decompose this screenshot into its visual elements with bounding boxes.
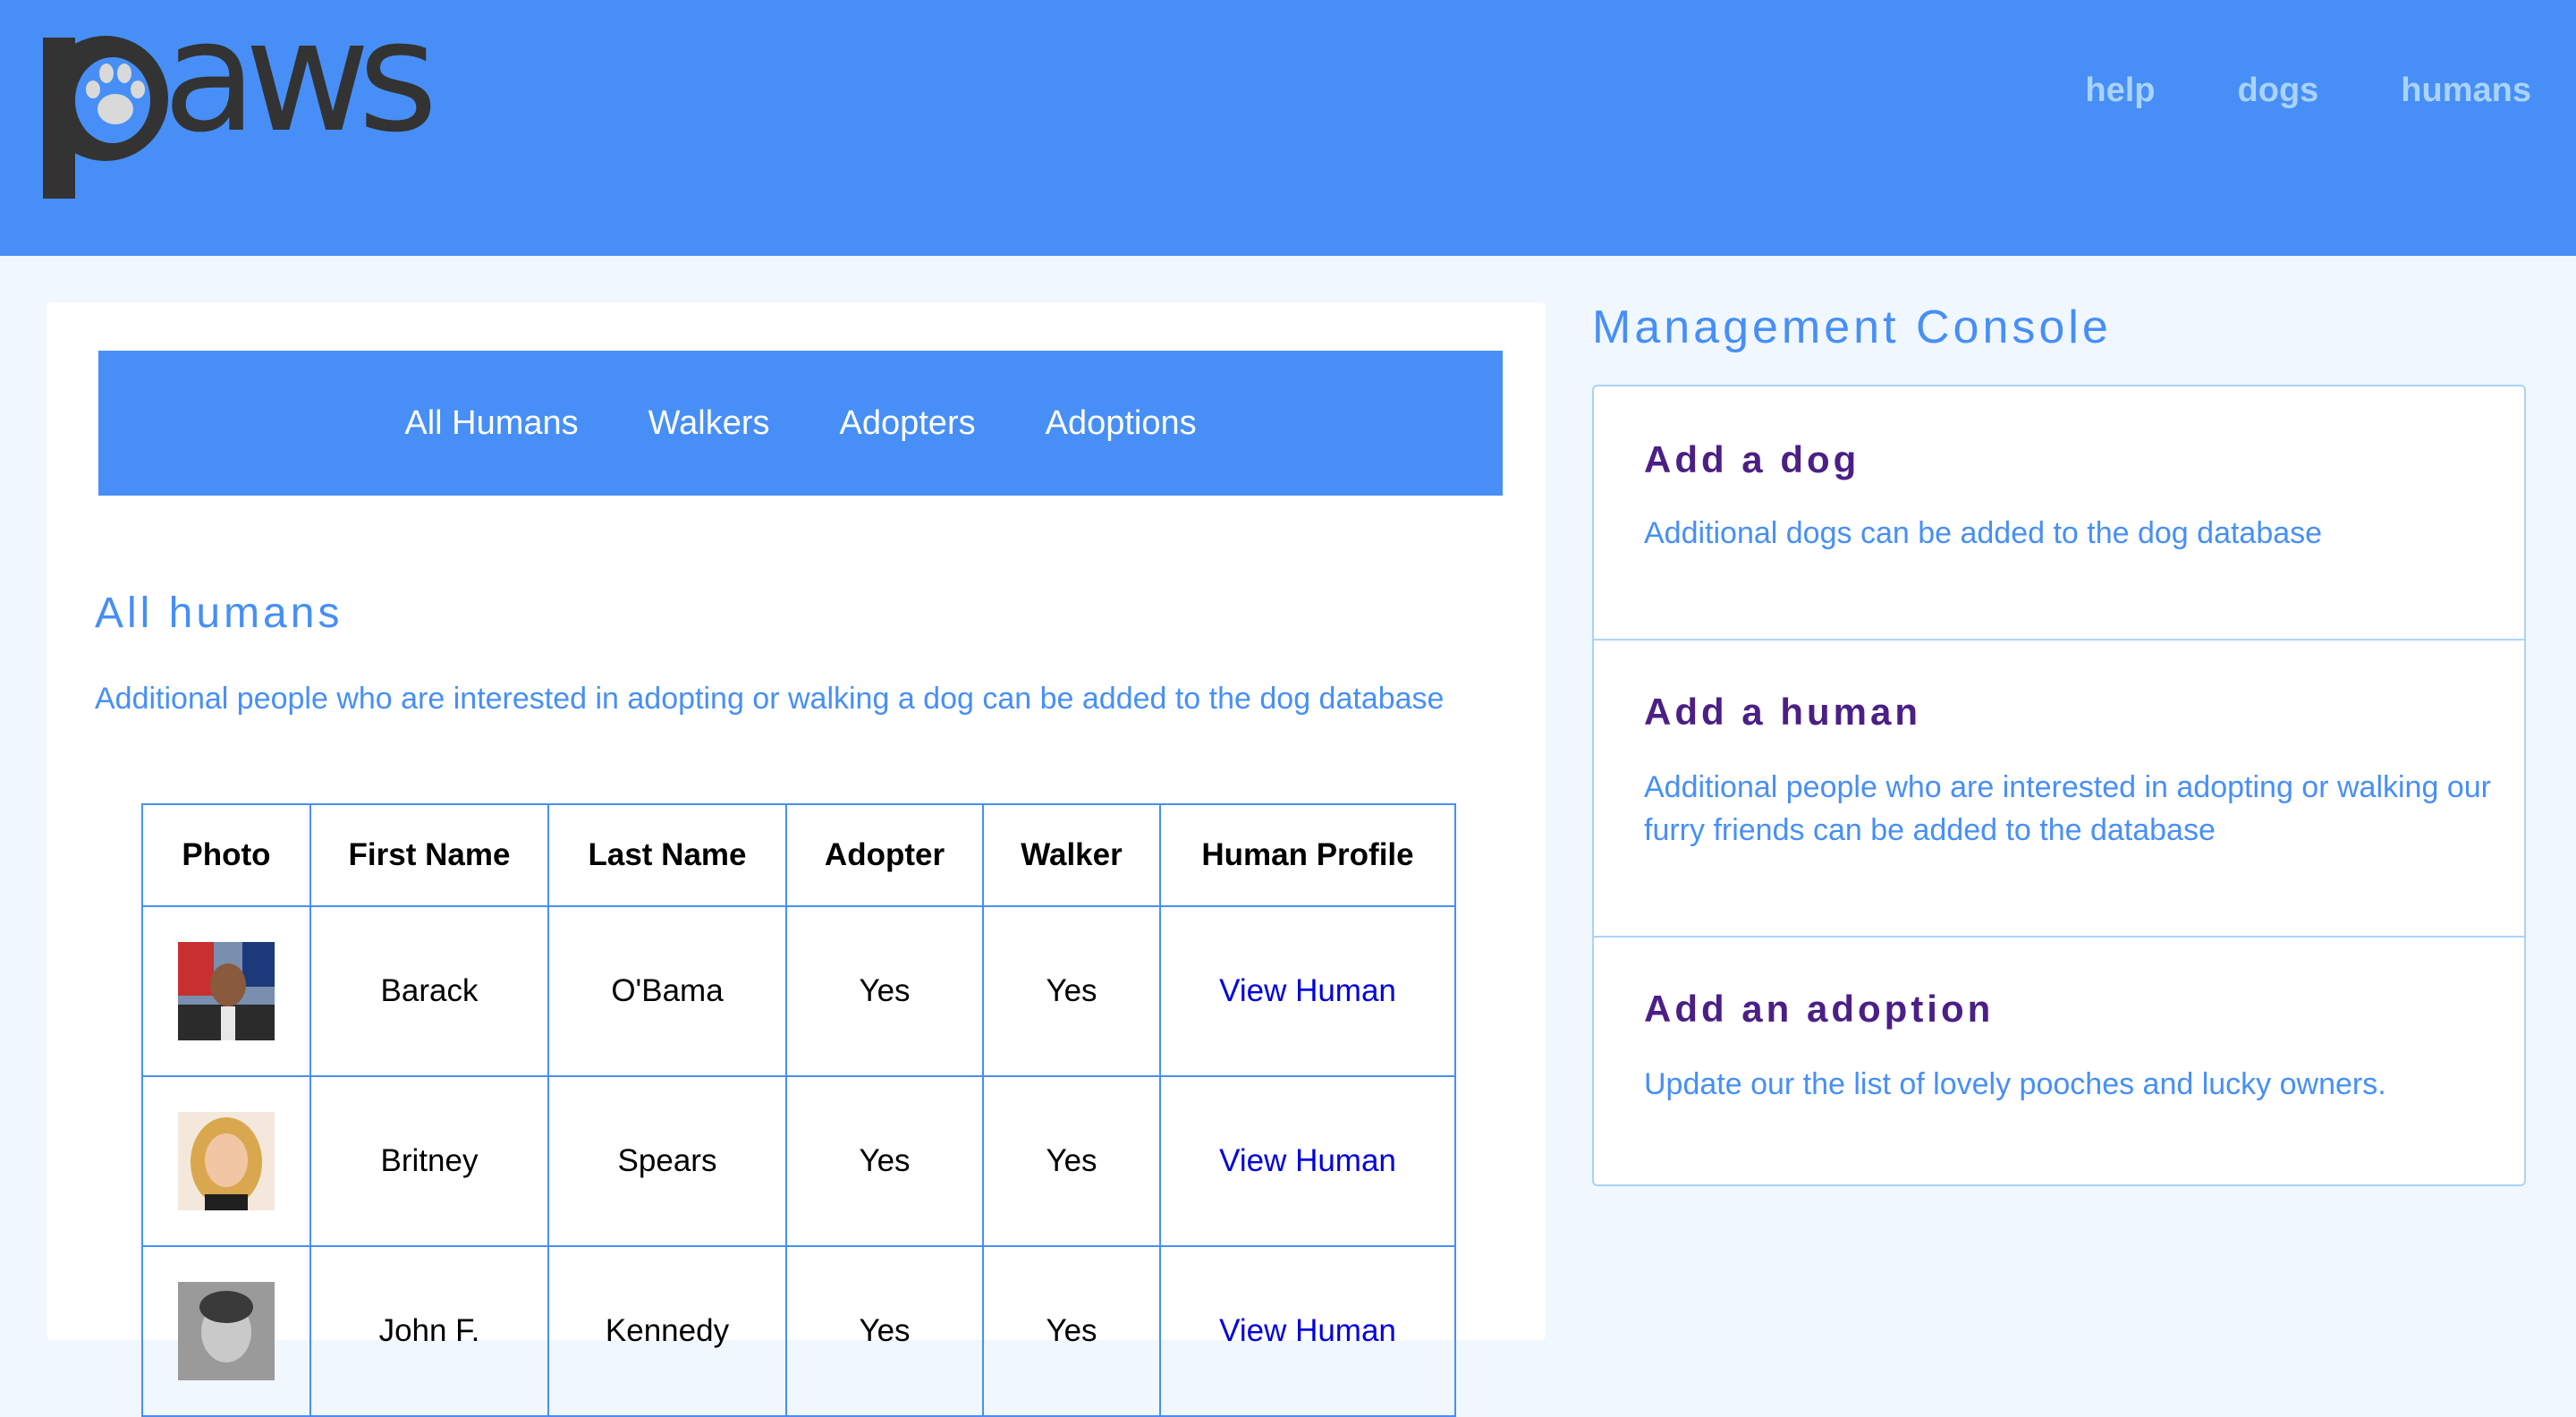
humans-subnav: All Humans Walkers Adopters Adoptions xyxy=(98,351,1503,496)
last-name-cell: Kennedy xyxy=(547,1245,787,1417)
nav-humans-link[interactable]: humans xyxy=(2401,72,2531,110)
human-photo xyxy=(178,1282,275,1380)
first-name-cell: John F. xyxy=(309,1245,549,1417)
paws-logo[interactable]: aws xyxy=(38,0,438,200)
view-human-link[interactable]: View Human xyxy=(1219,1313,1396,1348)
site-header: aws help dogs humans xyxy=(0,0,2576,256)
table-row: John F. Kennedy Yes Yes View Human xyxy=(141,1245,1456,1417)
photo-cell xyxy=(141,1245,311,1417)
paw-print-icon xyxy=(86,64,145,124)
column-header-adopter: Adopter xyxy=(785,803,984,907)
column-header-last-name: Last Name xyxy=(547,803,787,907)
human-photo xyxy=(178,942,275,1040)
console-item-add-adoption[interactable]: Add an adoption Update our the list of l… xyxy=(1594,938,2524,1184)
nav-help-link[interactable]: help xyxy=(2085,72,2155,110)
last-name-cell: O'Bama xyxy=(547,905,787,1077)
subnav-walkers[interactable]: Walkers xyxy=(648,404,770,443)
adopter-cell: Yes xyxy=(785,1245,984,1417)
last-name-cell: Spears xyxy=(547,1075,787,1247)
walker-cell: Yes xyxy=(982,1245,1161,1417)
adopter-cell: Yes xyxy=(785,1075,984,1247)
console-item-title[interactable]: Add a dog xyxy=(1644,438,1860,481)
section-description: Additional people who are interested in … xyxy=(95,682,1445,716)
top-nav: help dogs humans xyxy=(2085,72,2531,110)
view-human-link[interactable]: View Human xyxy=(1219,973,1396,1008)
column-header-human-profile: Human Profile xyxy=(1159,803,1456,907)
profile-cell: View Human xyxy=(1159,1075,1456,1247)
console-item-description: Additional people who are interested in … xyxy=(1644,770,2491,847)
console-item-description: Update our the list of lovely pooches an… xyxy=(1644,1067,2386,1101)
walker-cell: Yes xyxy=(982,1075,1161,1247)
photo-cell xyxy=(141,1075,311,1247)
console-item-add-dog[interactable]: Add a dog Additional dogs can be added t… xyxy=(1594,386,2524,641)
console-item-title[interactable]: Add an adoption xyxy=(1644,988,1994,1031)
view-human-link[interactable]: View Human xyxy=(1219,1143,1396,1178)
table-header-row: Photo First Name Last Name Adopter Walke… xyxy=(141,803,1456,907)
human-photo xyxy=(178,1112,275,1210)
console-item-description: Additional dogs can be added to the dog … xyxy=(1644,516,2323,550)
column-header-walker: Walker xyxy=(982,803,1161,907)
console-item-title[interactable]: Add a human xyxy=(1644,691,1921,734)
walker-cell: Yes xyxy=(982,905,1161,1077)
adopter-cell: Yes xyxy=(785,905,984,1077)
humans-table: Photo First Name Last Name Adopter Walke… xyxy=(141,803,1456,1417)
subnav-all-humans[interactable]: All Humans xyxy=(404,404,578,443)
photo-cell xyxy=(141,905,311,1077)
logo-wordmark: aws xyxy=(163,0,438,166)
column-header-photo: Photo xyxy=(141,803,311,907)
subnav-adopters[interactable]: Adopters xyxy=(840,404,976,443)
first-name-cell: Britney xyxy=(309,1075,549,1247)
first-name-cell: Barack xyxy=(309,905,549,1077)
table-row: Barack O'Bama Yes Yes View Human xyxy=(141,905,1456,1077)
humans-panel: All Humans Walkers Adopters Adoptions Al… xyxy=(47,302,1546,1417)
console-title: Management Console xyxy=(1592,301,2112,353)
console-item-add-human[interactable]: Add a human Additional people who are in… xyxy=(1594,641,2524,938)
logo-p-letter xyxy=(38,13,168,200)
profile-cell: View Human xyxy=(1159,905,1456,1077)
profile-cell: View Human xyxy=(1159,1245,1456,1417)
subnav-adoptions[interactable]: Adoptions xyxy=(1046,404,1197,443)
section-title: All humans xyxy=(95,590,343,637)
table-row: Britney Spears Yes Yes View Human xyxy=(141,1075,1456,1247)
column-header-first-name: First Name xyxy=(309,803,549,907)
nav-dogs-link[interactable]: dogs xyxy=(2238,72,2319,110)
management-console: Add a dog Additional dogs can be added t… xyxy=(1592,385,2526,1186)
